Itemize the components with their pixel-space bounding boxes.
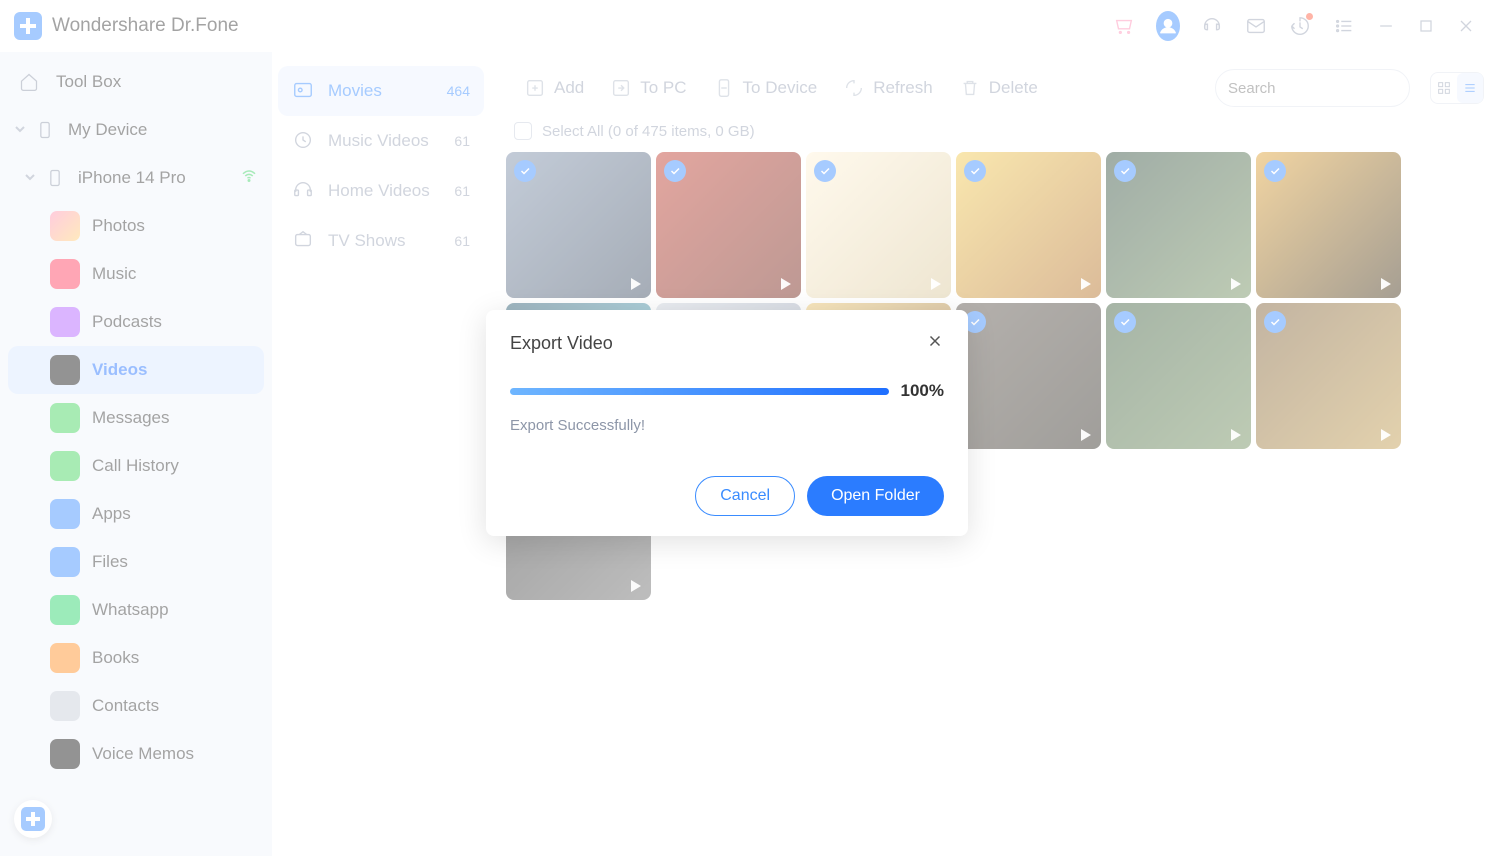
progress-bar	[510, 388, 889, 395]
progress-percent: 100%	[901, 381, 944, 401]
cancel-button[interactable]: Cancel	[695, 476, 795, 516]
cancel-label: Cancel	[720, 487, 770, 505]
open-label: Open Folder	[831, 487, 920, 505]
open-folder-button[interactable]: Open Folder	[807, 476, 944, 516]
export-dialog: Export Video 100% Export Successfully! C…	[486, 310, 968, 536]
dialog-message: Export Successfully!	[510, 417, 944, 434]
dialog-title: Export Video	[510, 333, 613, 354]
dialog-close-button[interactable]	[926, 332, 944, 355]
